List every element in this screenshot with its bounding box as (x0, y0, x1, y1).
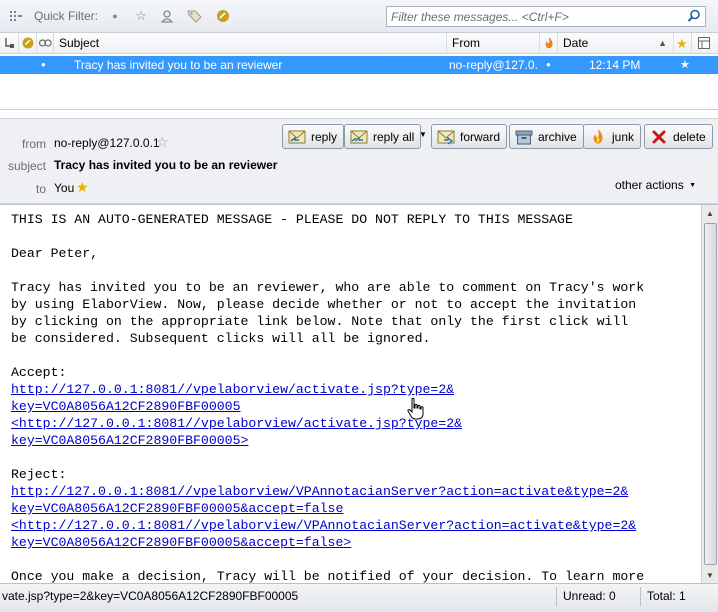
star-icon: ★ (676, 36, 688, 51)
reject-link-alt-line-2[interactable]: key=VC0A8056A12CF2890FBF00005&accept=fal… (11, 535, 351, 550)
scroll-up-icon[interactable]: ▲ (702, 205, 718, 221)
delete-label: delete (673, 129, 706, 144)
read-dot-icon: ● (41, 60, 46, 69)
reply-label: reply (311, 129, 338, 144)
invitation-paragraph: Tracy has invited you to be an reviewer,… (11, 280, 645, 346)
reply-all-icon (349, 128, 369, 146)
junk-column-header[interactable] (540, 33, 558, 54)
subject-value: Tracy has invited you to be an reviewer (54, 158, 278, 172)
thread-icon (5, 38, 14, 48)
to-value[interactable]: You (54, 181, 74, 195)
filter-search-box[interactable] (386, 6, 706, 27)
subject-column-header[interactable]: Subject (54, 33, 447, 54)
reply-icon (287, 128, 307, 146)
reply-all-label: reply all (373, 129, 415, 144)
status-bar: vate.jsp?type=2&key=VC0A8056A12CF2890FBF… (0, 583, 718, 612)
reply-button[interactable]: reply (282, 124, 345, 149)
scrollbar-thumb[interactable] (704, 223, 717, 565)
delete-icon (649, 128, 669, 146)
unread-count: Unread: 0 (556, 587, 640, 606)
from-column-label: From (452, 36, 480, 50)
accept-link[interactable]: http://127.0.0.1:8081//vpelaborview/acti… (11, 382, 454, 414)
thread-header: Subject From Date ▲ ★ (0, 33, 718, 54)
greeting: Dear Peter, (11, 246, 99, 261)
other-actions-menu[interactable]: other actions ▼ (615, 178, 696, 192)
forward-label: forward (460, 129, 501, 144)
archive-icon (514, 128, 534, 146)
closing-line: Once you make a decision, Tracy will be … (11, 569, 645, 583)
accept-link-line-2[interactable]: key=VC0A8056A12CF2890FBF00005 (11, 399, 241, 414)
quick-filter-label: Quick Filter: (34, 9, 99, 23)
archive-button[interactable]: archive (509, 124, 584, 149)
accept-link-alt[interactable]: <http://127.0.0.1:8081//vpelaborview/act… (11, 416, 462, 448)
reply-all-button[interactable]: reply all (344, 124, 422, 149)
to-label: to (35, 182, 46, 196)
grip-icon[interactable] (8, 8, 24, 24)
tag-filter-icon[interactable] (186, 7, 204, 25)
contact-filter-icon[interactable] (158, 7, 176, 25)
thread-pane: Subject From Date ▲ ★ ● Tracy has invite… (0, 33, 718, 110)
other-actions-label: other actions (615, 178, 684, 192)
scroll-down-icon[interactable]: ▼ (702, 567, 718, 583)
vertical-scrollbar[interactable]: ▲ ▼ (701, 205, 718, 583)
star-filter-icon[interactable]: ☆ (132, 7, 150, 25)
reject-link-alt[interactable]: <http://127.0.0.1:8081//vpelaborview/VPA… (11, 518, 636, 550)
read-column-header[interactable] (37, 33, 54, 54)
accept-link-alt-line-2[interactable]: key=VC0A8056A12CF2890FBF00005> (11, 433, 248, 448)
attachment-filter-icon[interactable] (214, 7, 232, 25)
from-star-icon[interactable]: ☆ (156, 134, 170, 150)
message-body: THIS IS AN AUTO-GENERATED MESSAGE - PLEA… (0, 204, 718, 583)
archive-label: archive (538, 129, 577, 144)
filter-search-input[interactable] (387, 7, 677, 26)
sort-ascending-icon: ▲ (658, 38, 667, 48)
reject-link[interactable]: http://127.0.0.1:8081//vpelaborview/VPAn… (11, 484, 628, 516)
message-text: THIS IS AN AUTO-GENERATED MESSAGE - PLEA… (11, 211, 691, 583)
accept-label: Accept: (11, 365, 67, 380)
thread-from: no-reply@127.0.... (449, 58, 539, 72)
thread-column-header[interactable] (0, 33, 19, 54)
thread-date: 12:14 PM (589, 58, 641, 72)
accept-link-line-1[interactable]: http://127.0.0.1:8081//vpelaborview/acti… (11, 382, 454, 397)
reject-link-line-1[interactable]: http://127.0.0.1:8081//vpelaborview/VPAn… (11, 484, 628, 499)
column-picker-icon (698, 37, 710, 49)
chevron-down-icon: ▼ (689, 182, 696, 189)
junk-label: junk (612, 129, 635, 144)
status-url: vate.jsp?type=2&key=VC0A8056A12CF2890FBF… (2, 589, 299, 603)
unread-filter-icon[interactable]: ● (106, 7, 124, 25)
column-picker[interactable] (692, 33, 718, 54)
subject-label: subject (7, 159, 46, 173)
date-column-label: Date (563, 36, 589, 50)
forward-button[interactable]: forward (431, 124, 508, 149)
junk-icon (588, 128, 608, 146)
accept-link-alt-line-1[interactable]: <http://127.0.0.1:8081//vpelaborview/act… (11, 416, 462, 431)
message-header: from no-reply@127.0.0.1 ☆ subject Tracy … (0, 118, 718, 204)
junk-status-icon (545, 37, 553, 49)
forward-icon (436, 128, 456, 146)
search-icon[interactable] (687, 9, 701, 23)
from-label: from (22, 137, 46, 151)
star-column-header[interactable]: ★ (674, 33, 692, 54)
total-count: Total: 1 (640, 587, 718, 606)
quick-filter-bar: Quick Filter: ● ☆ (0, 0, 718, 33)
delete-button[interactable]: delete (644, 124, 713, 149)
read-status-icon (38, 39, 52, 47)
attachment-column-header[interactable] (19, 33, 37, 54)
thread-subject: Tracy has invited you to be an reviewer (74, 58, 283, 72)
reject-link-line-2[interactable]: key=VC0A8056A12CF2890FBF00005&accept=fal… (11, 501, 343, 516)
attachment-icon (22, 37, 34, 49)
to-star-icon[interactable]: ★ (76, 179, 90, 195)
junk-button[interactable]: junk (583, 124, 642, 149)
hand-cursor-icon (407, 397, 424, 420)
from-value[interactable]: no-reply@127.0.0.1 (54, 136, 160, 150)
thread-row[interactable]: ● Tracy has invited you to be an reviewe… (0, 56, 718, 74)
subject-column-label: Subject (59, 36, 100, 50)
junk-dot-icon: ● (546, 60, 551, 69)
reject-link-alt-line-1[interactable]: <http://127.0.0.1:8081//vpelaborview/VPA… (11, 518, 636, 533)
date-column-header[interactable]: Date ▲ (558, 33, 674, 54)
from-column-header[interactable]: From (447, 33, 540, 54)
thread-star-icon[interactable]: ★ (680, 56, 692, 74)
auto-generated-notice: THIS IS AN AUTO-GENERATED MESSAGE - PLEA… (11, 212, 573, 227)
reply-all-dropdown-icon[interactable]: ▼ (419, 131, 427, 139)
reject-label: Reject: (11, 467, 67, 482)
